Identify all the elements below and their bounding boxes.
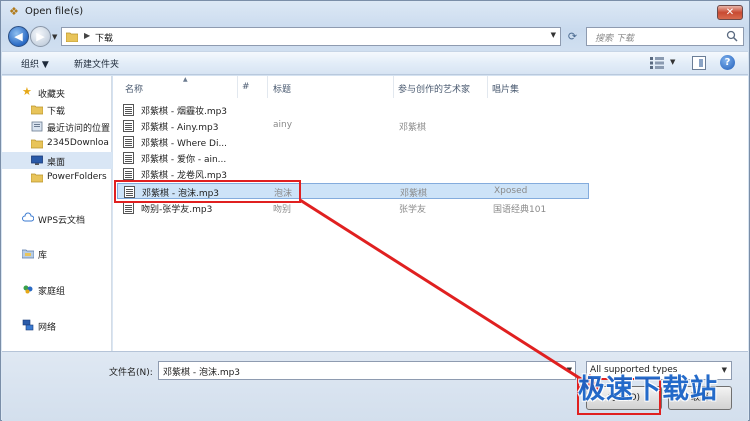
filename-input[interactable]: 邓紫棋 - 泡沫.mp3 ▼ <box>158 361 576 380</box>
sidebar-item-network[interactable]: 网络 <box>2 317 112 334</box>
sidebar-item-favorites[interactable]: ★ 收藏夹 <box>2 84 112 101</box>
recent-locations-dropdown-icon[interactable]: ▼ <box>52 33 57 41</box>
audio-file-icon <box>123 136 134 148</box>
chevron-down-icon[interactable]: ▼ <box>722 366 727 374</box>
dialog-title: Open file(s) <box>25 6 84 17</box>
column-header-album[interactable]: 唱片集 <box>489 76 589 98</box>
organize-button[interactable]: 组织 ▼ <box>21 57 49 70</box>
sidebar-item-homegroup[interactable]: 家庭组 <box>2 281 112 298</box>
table-row[interactable]: 邓紫棋 - 烟霾妆.mp3 <box>117 102 589 118</box>
preview-pane-icon[interactable] <box>692 56 706 70</box>
column-divider[interactable] <box>267 76 268 98</box>
cloud-icon <box>22 212 34 222</box>
table-row[interactable]: 邓紫棋 - 龙卷风.mp3 <box>117 166 589 182</box>
filename-label: 文件名(N): <box>109 368 153 378</box>
audio-file-icon <box>123 152 134 164</box>
column-divider[interactable] <box>393 76 394 98</box>
table-row[interactable]: 邓紫棋 - Ainy.mp3 ainy 邓紫棋 <box>117 118 589 134</box>
sidebar-item-desktop[interactable]: 桌面 <box>2 152 112 169</box>
desktop-icon <box>31 155 43 165</box>
new-folder-button[interactable]: 新建文件夹 <box>74 57 119 70</box>
network-icon <box>22 319 34 331</box>
audio-file-icon <box>124 186 135 198</box>
search-icon[interactable] <box>726 30 738 42</box>
column-header-title[interactable]: 标题 <box>269 76 393 98</box>
table-row[interactable]: 邓紫棋 - Where Di... <box>117 134 589 150</box>
table-row[interactable]: 吻别-张学友.mp3 吻别 张学友 国语经典101 <box>117 200 589 216</box>
close-button[interactable]: ✕ <box>717 5 743 20</box>
column-divider[interactable] <box>237 76 238 98</box>
audio-file-icon <box>123 168 134 180</box>
folder-icon <box>66 32 78 42</box>
address-dropdown-icon[interactable]: ▼ <box>551 31 556 39</box>
back-button[interactable]: ◀ <box>8 26 29 47</box>
table-row-selected[interactable]: 邓紫棋 - 泡沫.mp3 泡沫 邓紫棋 Xposed <box>117 183 589 199</box>
sidebar-item-downloads[interactable]: 下载 <box>2 101 112 118</box>
navigation-pane: ★ 收藏夹 下载 最近访问的位置 2345Downloa 桌面 PowerFol… <box>2 76 112 351</box>
search-input[interactable]: 搜索 下载 <box>586 27 744 46</box>
sidebar-item-wps-cloud[interactable]: WPS云文档 <box>2 210 112 227</box>
file-list: 名称 ▲ # 标题 参与创作的艺术家 唱片集 邓紫棋 - 烟霾妆.mp3 邓紫棋… <box>113 76 748 351</box>
title-bar: ❖ Open file(s) ✕ <box>1 1 749 23</box>
help-icon[interactable]: ? <box>720 55 735 70</box>
folder-icon <box>31 139 43 149</box>
audio-file-icon <box>123 120 134 132</box>
breadcrumb-separator[interactable]: ▶ <box>84 31 90 40</box>
column-header-name[interactable]: 名称 ▲ <box>121 76 239 98</box>
forward-button[interactable]: ▶ <box>30 26 51 47</box>
address-bar[interactable]: ▶ 下载 ▼ <box>61 27 561 46</box>
star-icon: ★ <box>22 85 32 98</box>
column-divider[interactable] <box>487 76 488 98</box>
view-dropdown-icon[interactable]: ▼ <box>670 58 675 66</box>
command-toolbar: 组织 ▼ 新建文件夹 ▼ ? <box>2 51 748 75</box>
column-header-artist[interactable]: 参与创作的艺术家 <box>395 76 487 98</box>
breadcrumb-current[interactable]: 下载 <box>95 31 113 44</box>
sidebar-item-powerfolders[interactable]: PowerFolders <box>2 169 112 186</box>
site-watermark: 极速下载站 <box>578 374 718 405</box>
search-placeholder: 搜索 下载 <box>595 34 634 44</box>
sidebar-item-2345downloads[interactable]: 2345Downloa <box>2 135 112 152</box>
folder-icon <box>31 105 43 115</box>
chevron-down-icon[interactable]: ▼ <box>567 366 572 374</box>
refresh-button[interactable]: ⟳ <box>564 28 581 45</box>
navigation-bar: ◀ ▶ ▼ ▶ 下载 ▼ ⟳ 搜索 下载 <box>1 25 749 49</box>
homegroup-icon <box>23 285 33 294</box>
view-options-icon[interactable] <box>650 57 664 69</box>
audio-file-icon <box>123 104 134 116</box>
app-icon: ❖ <box>9 5 19 18</box>
sidebar-item-libraries[interactable]: 库 <box>2 245 112 262</box>
recent-icon <box>31 121 43 132</box>
library-icon <box>22 249 34 259</box>
column-header-number[interactable]: # <box>239 76 267 98</box>
audio-file-icon <box>123 202 134 214</box>
sidebar-item-recent[interactable]: 最近访问的位置 <box>2 118 112 135</box>
folder-icon <box>31 173 43 183</box>
table-row[interactable]: 邓紫棋 - 爱你 - ain... <box>117 150 589 166</box>
sort-ascending-icon: ▲ <box>183 76 188 83</box>
filename-value: 邓紫棋 - 泡沫.mp3 <box>163 368 241 378</box>
open-file-dialog: ❖ Open file(s) ✕ ◀ ▶ ▼ ▶ 下载 ▼ ⟳ 搜索 下载 组织… <box>0 0 750 421</box>
